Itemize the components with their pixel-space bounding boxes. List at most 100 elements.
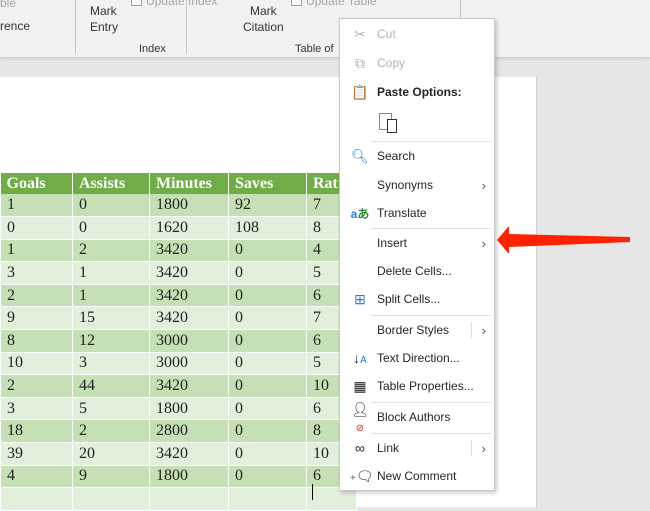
menu-item-search[interactable]: 🔍︎ Search xyxy=(340,143,494,169)
table-row[interactable] xyxy=(0,487,357,511)
menu-item-table-properties[interactable]: ▦ Table Properties... xyxy=(340,373,494,399)
table-row[interactable]: 1 2 3420 0 4 xyxy=(0,239,357,263)
table-cell[interactable] xyxy=(0,487,73,511)
cross-reference-button[interactable]: rence xyxy=(0,19,30,33)
menu-label: Text Direction... xyxy=(377,351,460,365)
table-cell[interactable]: 0 xyxy=(228,306,307,331)
chevron-right-icon[interactable]: › xyxy=(482,323,486,338)
menu-item-split-cells[interactable]: ⊞ Split Cells... xyxy=(340,286,494,312)
table-row[interactable]: 8 12 3000 0 6 xyxy=(0,329,357,353)
table-cell[interactable]: 3000 xyxy=(149,329,229,353)
table-row[interactable]: 2 1 3420 0 6 xyxy=(0,284,357,308)
menu-item-delete-cells[interactable]: Delete Cells... xyxy=(340,258,494,284)
table-cell[interactable]: 0 xyxy=(72,216,150,240)
table-row[interactable]: 10 3 3000 0 5 xyxy=(0,352,357,376)
table-cell[interactable]: 9 xyxy=(72,465,150,489)
table-cell[interactable]: 0 xyxy=(228,352,307,376)
table-cell[interactable]: 1 xyxy=(72,284,150,308)
table-cell[interactable]: 12 xyxy=(72,329,150,353)
menu-item-cut[interactable]: ✂ Cut xyxy=(340,21,494,47)
table-row[interactable]: 9 15 3420 0 7 xyxy=(0,306,357,331)
update-index-button[interactable]: Update Index xyxy=(146,0,217,8)
menu-label: Cut xyxy=(377,27,396,41)
table-cell[interactable]: 0 xyxy=(228,261,307,285)
table-cell[interactable]: 3 xyxy=(0,261,73,285)
table-row[interactable]: 2 44 3420 0 10 xyxy=(0,374,357,398)
table-cell[interactable]: 3420 xyxy=(149,284,229,308)
table-cell[interactable]: 2 xyxy=(0,284,73,308)
table-cell[interactable]: 92 xyxy=(228,194,307,218)
table-cell[interactable]: 0 xyxy=(228,284,307,308)
table-cell[interactable]: 0 xyxy=(228,465,307,489)
chevron-right-icon[interactable]: › xyxy=(482,441,486,456)
table-row[interactable]: 1 0 1800 92 7 xyxy=(0,194,357,218)
table-row[interactable]: 18 2 2800 0 8 xyxy=(0,419,357,444)
table-cell[interactable]: 18 xyxy=(0,419,73,444)
table-cell[interactable] xyxy=(228,487,307,511)
ribbon-fragment: ble xyxy=(0,0,17,10)
menu-item-new-comment[interactable]: +🗨︎ New Comment xyxy=(340,463,494,489)
table-cell[interactable]: 3420 xyxy=(149,306,229,331)
menu-item-translate[interactable]: aあ Translate xyxy=(340,200,494,226)
table-cell[interactable]: 4 xyxy=(0,465,73,489)
table-cell[interactable]: 2 xyxy=(72,419,150,444)
table-cell[interactable]: 3000 xyxy=(149,352,229,376)
menu-item-border-styles[interactable]: Border Styles › xyxy=(340,317,494,343)
table-cell[interactable]: 3 xyxy=(72,352,150,376)
table-cell[interactable]: 3 xyxy=(0,397,73,421)
table-cell[interactable]: 0 xyxy=(228,239,307,263)
table-cell[interactable]: 1 xyxy=(0,239,73,263)
table-cell[interactable]: 20 xyxy=(72,442,150,466)
table-cell[interactable]: 3420 xyxy=(149,374,229,398)
table-cell[interactable]: 3420 xyxy=(149,261,229,285)
menu-item-copy[interactable]: ⧉ Copy xyxy=(340,50,494,76)
table-cell[interactable]: 1620 xyxy=(149,216,229,240)
table-cell[interactable]: 0 xyxy=(0,216,73,240)
table-cell[interactable]: 3420 xyxy=(149,442,229,466)
table-cell[interactable]: 39 xyxy=(0,442,73,466)
table-row[interactable]: 4 9 1800 0 6 xyxy=(0,465,357,489)
table-row[interactable]: 39 20 3420 0 10 xyxy=(0,442,357,466)
menu-label: Copy xyxy=(377,56,406,70)
table-row[interactable]: 3 5 1800 0 6 xyxy=(0,397,357,421)
table-row[interactable]: 3 1 3420 0 5 xyxy=(0,261,357,285)
table-cell[interactable]: 2 xyxy=(0,374,73,398)
update-index-icon[interactable] xyxy=(131,0,142,6)
menu-item-block-authors[interactable]: 👤︎⊘ Block Authors xyxy=(340,401,494,434)
table-cell[interactable]: 0 xyxy=(228,397,307,421)
menu-item-synonyms[interactable]: Synonyms › xyxy=(340,172,494,198)
table-cell[interactable]: 1 xyxy=(0,194,73,218)
table-cell[interactable]: 9 xyxy=(0,306,73,331)
table-cell[interactable]: 0 xyxy=(228,442,307,466)
table-cell[interactable]: 0 xyxy=(72,194,150,218)
table-cell[interactable]: 1800 xyxy=(149,194,229,218)
table-cell[interactable]: 1800 xyxy=(149,397,229,421)
menu-item-text-direction[interactable]: ↓A Text Direction... xyxy=(340,345,494,371)
table-cell[interactable]: 44 xyxy=(72,374,150,398)
table-cell[interactable]: 8 xyxy=(0,329,73,353)
stats-table[interactable]: Goals Assists Minutes Saves Rat 1 0 1800 92… xyxy=(0,173,357,511)
table-cell[interactable]: 2800 xyxy=(149,419,229,444)
table-cell[interactable]: 1800 xyxy=(149,465,229,489)
arrow-icon xyxy=(497,226,630,254)
table-cell[interactable]: 15 xyxy=(72,306,150,331)
table-cell[interactable]: 10 xyxy=(0,352,73,376)
table-cell[interactable]: 5 xyxy=(72,397,150,421)
update-table-icon[interactable] xyxy=(291,0,302,6)
table-cell[interactable]: 1 xyxy=(72,261,150,285)
menu-item-insert[interactable]: Insert › xyxy=(340,230,494,256)
table-cell[interactable]: 0 xyxy=(228,374,307,398)
table-cell[interactable]: 3420 xyxy=(149,239,229,263)
mark-entry-label: Mark xyxy=(90,4,117,18)
table-row[interactable]: 0 0 1620 108 8 xyxy=(0,216,357,240)
table-cell[interactable]: 0 xyxy=(228,329,307,353)
table-cell[interactable]: 2 xyxy=(72,239,150,263)
table-cell[interactable] xyxy=(72,487,150,511)
table-cell[interactable]: 108 xyxy=(228,216,307,240)
table-cell[interactable] xyxy=(149,487,229,511)
table-cell[interactable]: 0 xyxy=(228,419,307,444)
menu-item-link[interactable]: ∞ Link › xyxy=(340,435,494,461)
update-table-button[interactable]: Update Table xyxy=(306,0,377,8)
table-cell[interactable] xyxy=(306,487,357,511)
paste-keep-formatting-button[interactable] xyxy=(378,111,400,135)
